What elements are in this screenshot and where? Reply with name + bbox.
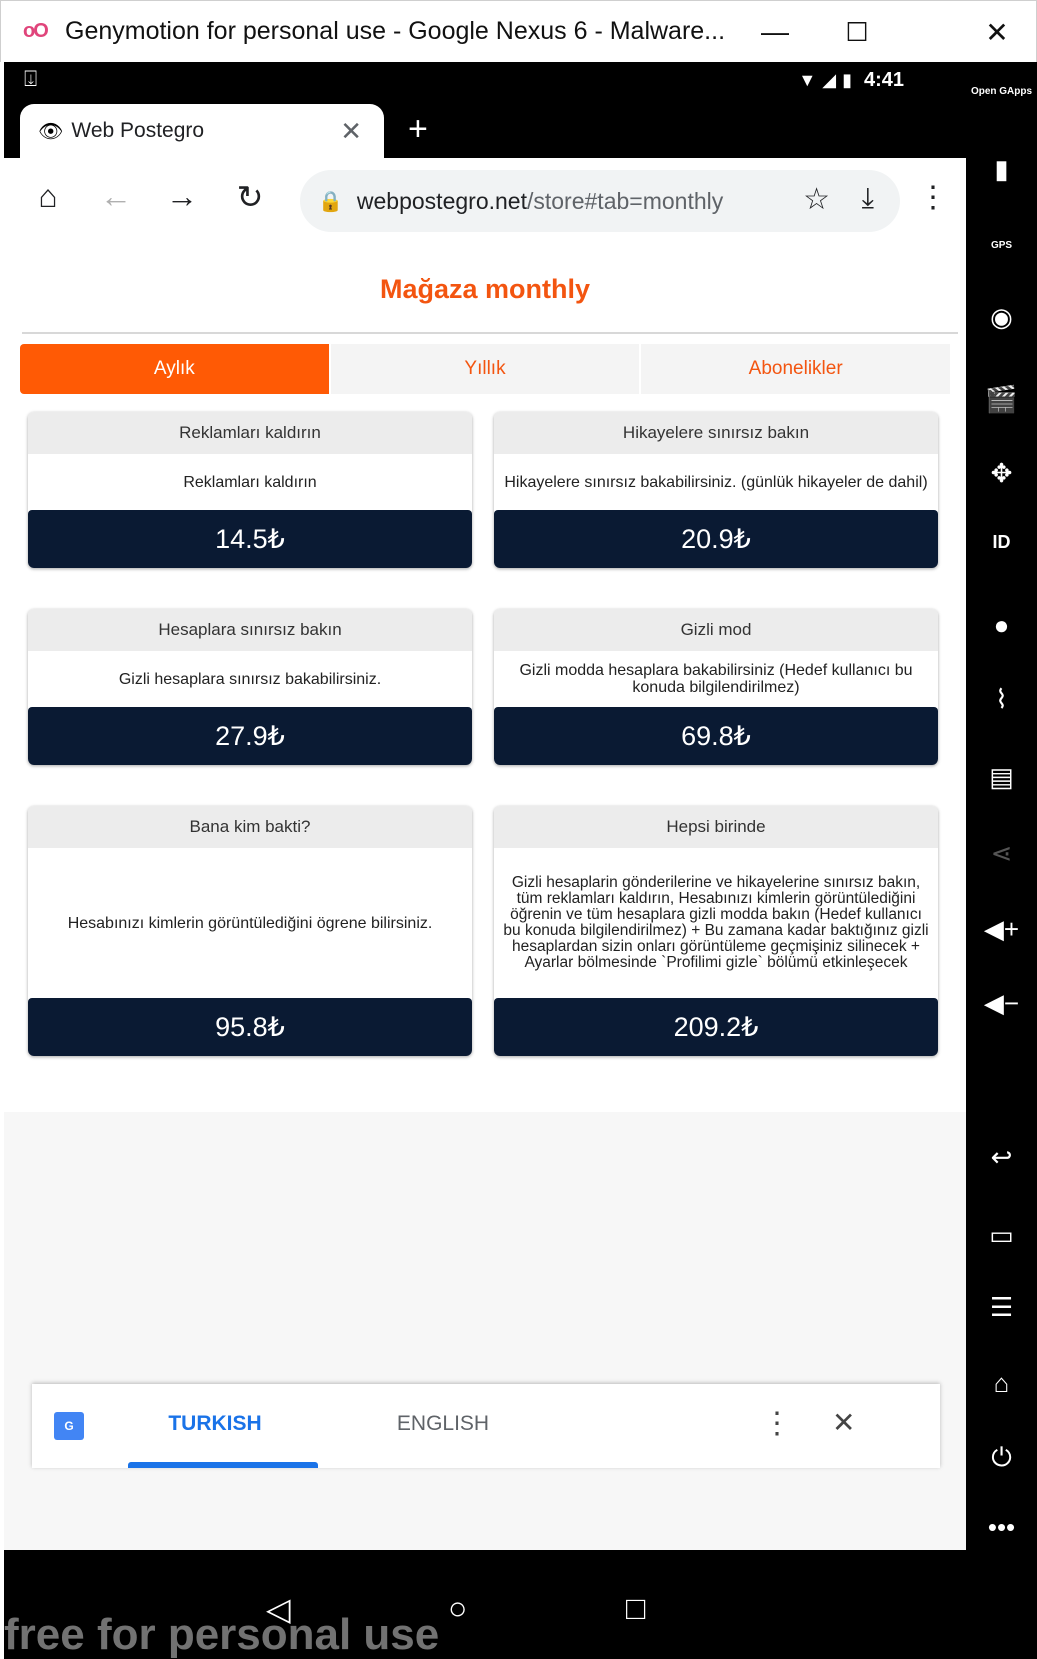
lock-icon: 🔒 [318,190,343,213]
home-key-icon[interactable]: ⌂ [966,1368,1037,1399]
tab-subscriptions[interactable]: Abonelikler [641,344,953,394]
product-card: Gizli mod Gizli modda hesaplara bakabili… [494,609,938,765]
nav-recents-icon[interactable]: □ [626,1590,645,1627]
minimize-button[interactable]: — [745,9,805,55]
product-card: Hepsi birinde Gizli hesaplarin gönderile… [494,806,938,1056]
product-description: Hikayelere sınırsız bakabilirsiniz. (gün… [504,473,928,491]
product-title: Gizli mod [494,609,938,651]
browser-toolbar: ⌂ ← → ↻ 🔒 webpostegro.net/store#tab=mont… [4,158,966,244]
browser-tab-title: Web Postegro [71,119,205,142]
price-button[interactable]: 20.9₺ [494,510,938,568]
translate-close-icon[interactable]: ✕ [832,1406,855,1439]
bookmark-star-icon[interactable]: ☆ [803,182,830,217]
back-icon[interactable]: ← [94,178,138,215]
phone-screen: ⍗ ▼ ◢ ▮ 4:41 👁 Web Postegro ✕ + ⌂ ← → ↻ … [4,62,966,1659]
signal-icon: ◢ [822,70,837,90]
volume-up-icon[interactable]: ◀+ [966,914,1037,945]
product-title: Hepsi birinde [494,806,938,848]
device-id-icon[interactable]: ID [966,532,1037,553]
browser-tab[interactable]: 👁 Web Postegro ✕ [20,104,384,158]
close-tab-icon[interactable]: ✕ [340,116,362,147]
address-url: webpostegro.net/store#tab=monthly [357,188,723,215]
battery-icon: ▮ [842,70,852,90]
watermark-text: free for personal use [4,1610,440,1659]
browser-tab-strip: 👁 Web Postegro ✕ + [4,100,966,158]
tab-yearly[interactable]: Yıllık [330,344,642,394]
wifi-icon: ▼ [798,70,817,90]
selected-language-indicator [128,1462,318,1468]
close-window-button[interactable]: ✕ [967,9,1027,55]
product-description: Gizli modda hesaplara bakabilirsiniz (He… [519,662,913,696]
google-translate-icon: G [54,1412,84,1440]
volume-down-icon[interactable]: ◀− [966,988,1037,1019]
battery-widget-icon[interactable]: ▮ [966,154,1037,185]
product-title: Bana kim bakti? [28,806,472,848]
translate-target-language[interactable]: ENGLISH [378,1412,508,1436]
web-page: Mağaza monthly Aylık Yıllık Abonelikler … [4,244,966,1550]
product-description: Reklamları kaldırın [183,473,317,491]
translate-source-language[interactable]: TURKISH [150,1412,280,1436]
window-title: Genymotion for personal use - Google Nex… [65,17,726,45]
gps-icon[interactable]: GPS [966,240,1037,251]
maximize-button[interactable]: ☐ [827,9,887,55]
translate-bar: G TURKISH ENGLISH ⋮ ✕ [32,1384,940,1468]
product-description: Gizli hesaplarin gönderilerine ve hikaye… [503,874,929,971]
address-bar[interactable]: 🔒 webpostegro.net/store#tab=monthly ☆ ⤓ [300,170,900,232]
product-title: Hikayelere sınırsız bakın [494,412,938,454]
status-time: 4:41 [863,69,904,91]
browser-menu-icon[interactable]: ⋮ [918,180,948,215]
price-button[interactable]: 27.9₺ [28,707,472,765]
forward-icon[interactable]: → [160,178,204,215]
emulator-sidebar: Open GApps ▮ GPS ◉ 🎬 ✥ ID ● ⌇ ▤ ⋖ ◀+ ◀− … [966,62,1037,1659]
url-host: webpostegro.net [356,187,527,214]
reload-icon[interactable]: ↻ [228,178,272,216]
price-button[interactable]: 95.8₺ [28,998,472,1056]
power-icon[interactable]: ⏻ [966,1442,1037,1474]
price-button[interactable]: 209.2₺ [494,998,938,1056]
tab-monthly[interactable]: Aylık [20,344,331,394]
product-title: Reklamları kaldırın [28,412,472,454]
menu-key-icon[interactable]: ☰ [966,1292,1037,1323]
network-icon[interactable]: ⌇ [966,684,1037,715]
sms-icon[interactable]: ▤ [966,762,1037,793]
android-status-bar: ⍗ ▼ ◢ ▮ 4:41 [4,62,966,100]
product-title: Hesaplara sınırsız bakın [28,609,472,651]
home-icon[interactable]: ⌂ [26,178,70,215]
share-icon: ⋖ [990,838,1013,868]
nav-home-icon[interactable]: ○ [448,1590,467,1627]
opengapps-icon[interactable]: Open GApps [966,86,1037,97]
product-description: Gizli hesaplara sınırsız bakabilirsiniz. [118,670,382,688]
new-tab-button[interactable]: + [408,110,428,149]
download-complete-icon: ⍗ [24,66,38,91]
product-description: Hesabınızı kimlerin görüntülediğini ögre… [67,914,433,932]
capture-icon[interactable]: 🎬 [966,384,1037,415]
product-card: Hikayelere sınırsız bakın Hikayelere sın… [494,412,938,568]
dpad-icon[interactable]: ✥ [966,458,1037,489]
webcam-icon[interactable]: ◉ [966,302,1037,333]
translate-more-icon[interactable]: ⋮ [762,1406,792,1441]
product-card: Bana kim bakti? Hesabınızı kimlerin görü… [28,806,472,1056]
more-options-icon[interactable]: ••• [966,1512,1037,1543]
genymotion-logo-icon: oO [23,20,49,42]
disk-icon[interactable]: ● [966,610,1037,641]
store-tabs: Aylık Yıllık Abonelikler [20,344,953,394]
download-icon[interactable]: ⤓ [862,182,874,215]
store-content: Mağaza monthly Aylık Yıllık Abonelikler … [4,244,966,1112]
page-title: Mağaza monthly [379,274,591,304]
product-card: Hesaplara sınırsız bakın Gizli hesaplara… [28,609,472,765]
price-button[interactable]: 69.8₺ [494,707,938,765]
recent-apps-key-icon[interactable]: ▭ [966,1220,1037,1251]
product-card: Reklamları kaldırın Reklamları kaldırın … [28,412,472,568]
back-key-icon[interactable]: ↩ [966,1142,1037,1173]
site-favicon-icon: 👁 [38,120,64,143]
window-titlebar: oO Genymotion for personal use - Google … [0,0,1037,62]
divider [22,332,958,334]
url-path: /store#tab=monthly [526,187,724,214]
price-button[interactable]: 14.5₺ [28,510,472,568]
